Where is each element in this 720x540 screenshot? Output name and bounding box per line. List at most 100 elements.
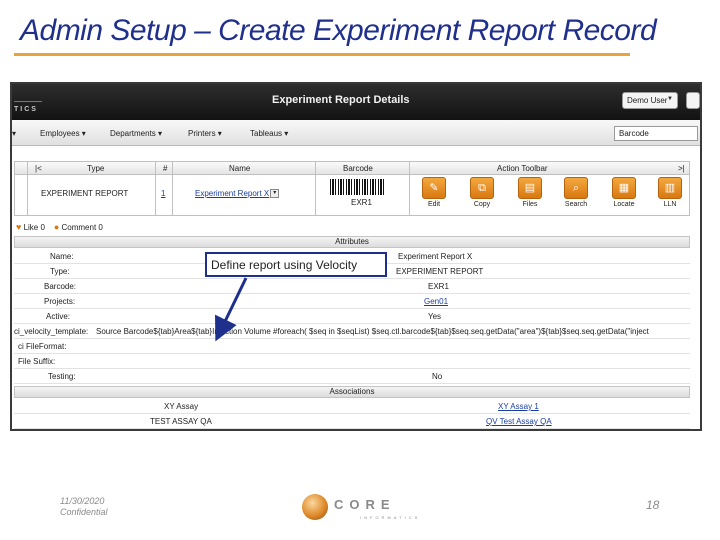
chevron-down-icon[interactable]: ▾ [270,189,280,199]
nav-departments-label: Departments [110,129,156,138]
header-menu-button[interactable] [686,92,700,109]
attribute-value: EXPERIMENT REPORT [396,267,484,276]
attribute-value: Yes [428,312,442,321]
attribute-row-projects: Projects: Gen01 [14,294,690,309]
user-menu-button[interactable]: Demo User ▼ [622,92,678,109]
user-menu-label: Demo User [627,96,668,105]
attribute-row-active: Active: Yes [14,309,690,324]
comment-label: Comment 0 [61,223,103,232]
association-link[interactable]: XY Assay 1 [498,402,539,411]
attribute-label: Active: [46,312,71,321]
nav-tableaus-label: Tableaus [250,129,283,138]
chevron-down-icon: ▼ [667,96,673,102]
association-link[interactable]: QV Test Assay QA [486,417,552,426]
association-type: XY Assay [164,402,199,411]
barcode-search-input[interactable]: Barcode [614,126,698,141]
locate-button[interactable]: ▦ Locate [603,177,645,214]
book-icon: ▥ [658,177,682,199]
app-logo: TICS [14,86,44,116]
logo-word: CORE [334,497,396,512]
locate-icon: ▦ [612,177,636,199]
heart-icon: ♥ [16,222,22,232]
logo-subtitle: INFORMATICS [360,515,421,520]
record-table-header: |< Type # Name Barcode Action Toolbar >| [15,162,689,175]
slide-title: Admin Setup – Create Experiment Report R… [20,14,657,47]
last-page-button[interactable]: >| [678,164,685,173]
col-action-toolbar: Action Toolbar [497,164,548,173]
nav-departments[interactable]: Departments ▾ [110,129,162,138]
attribute-row-file-suffix: File Suffix: [14,354,690,369]
comment-icon: ● [53,222,60,232]
velocity-template-value: Source Barcode${tab}Area${tab}Injection … [96,327,649,336]
attribute-row-file-format: ci FileFormat: [14,339,690,354]
first-page-button[interactable]: |< [35,164,42,173]
nav-tableaus[interactable]: Tableaus ▾ [250,129,288,138]
logo-mark-icon [14,86,42,102]
nav-employees-label: Employees [40,129,80,138]
attribute-row-velocity-template: ci_velocity_template: Source Barcode${ta… [14,324,690,339]
page-number: 18 [646,498,660,512]
record-type: EXPERIMENT REPORT [41,189,129,198]
search-icon: ⌕ [564,177,588,199]
footer-confidential: Confidential [60,507,108,517]
nav-printers[interactable]: Printers ▾ [188,129,222,138]
files-label: Files [522,201,538,208]
lln-button[interactable]: ▥ LLN [649,177,691,214]
nav-caret-icon[interactable]: ▾ [12,129,16,138]
copy-label: Copy [473,201,491,208]
record-name-cell: Experiment Report X ▾ [195,189,280,199]
attribute-row-testing: Testing: No [14,369,690,384]
attribute-label: Projects: [44,297,76,306]
lln-label: LLN [663,201,677,208]
col-number: # [163,164,168,173]
project-link[interactable]: Gen01 [424,297,448,306]
col-name: Name [229,164,251,173]
association-type: TEST ASSAY QA [150,417,212,426]
col-barcode: Barcode [343,164,373,173]
record-barcode: EXR1 [351,198,372,207]
attribute-label: Type: [50,267,70,276]
search-label: Search [564,201,588,208]
attribute-label: File Suffix: [18,357,56,366]
attribute-value: No [432,372,443,381]
table-row: EXPERIMENT REPORT 1 Experiment Report X ▾… [15,175,689,216]
nav-printers-label: Printers [188,129,216,138]
attribute-label: Testing: [48,372,76,381]
search-button[interactable]: ⌕ Search [555,177,597,214]
app-title: Experiment Report Details [272,94,410,106]
copy-button[interactable]: ⧉ Copy [461,177,503,214]
barcode-image [330,179,386,195]
files-icon: ▤ [518,177,542,199]
navbar: ▾ Employees ▾ Departments ▾ Printers ▾ T… [12,120,700,146]
comment-button[interactable]: ● Comment 0 [53,222,103,232]
attribute-value: Experiment Report X [398,252,473,261]
record-number-link[interactable]: 1 [161,189,165,198]
attribute-label: Barcode: [44,282,77,291]
likes-bar: ♥ Like 0 ● Comment 0 [16,222,103,232]
pencil-icon: ✎ [422,177,446,199]
app-header: TICS Experiment Report Details Demo User… [12,84,700,120]
locate-label: Locate [613,201,635,208]
col-type: Type [87,164,105,173]
association-row: XY Assay XY Assay 1 [14,399,690,414]
association-row: TEST ASSAY QA QV Test Assay QA [14,414,690,429]
core-informatics-logo: CORE INFORMATICS [302,494,432,526]
footer-date-block: 11/30/2020 Confidential [60,496,108,518]
logo-sphere-icon [302,494,328,520]
attribute-value: EXR1 [428,282,449,291]
record-table: |< Type # Name Barcode Action Toolbar >|… [14,161,690,216]
footer-date: 11/30/2020 [60,496,105,506]
attribute-label: ci FileFormat: [18,342,67,351]
nav-employees[interactable]: Employees ▾ [40,129,86,138]
velocity-callout: Define report using Velocity [205,252,387,277]
edit-label: Edit [427,201,441,208]
associations-header: Associations [14,386,690,398]
record-name-link[interactable]: Experiment Report X [195,189,269,198]
attribute-label: Name: [50,252,74,261]
copy-icon: ⧉ [470,177,494,199]
like-button[interactable]: ♥ Like 0 [16,222,45,232]
files-button[interactable]: ▤ Files [509,177,551,214]
like-label: Like 0 [23,223,45,232]
edit-button[interactable]: ✎ Edit [413,177,455,214]
app-logo-text: TICS [14,106,38,113]
